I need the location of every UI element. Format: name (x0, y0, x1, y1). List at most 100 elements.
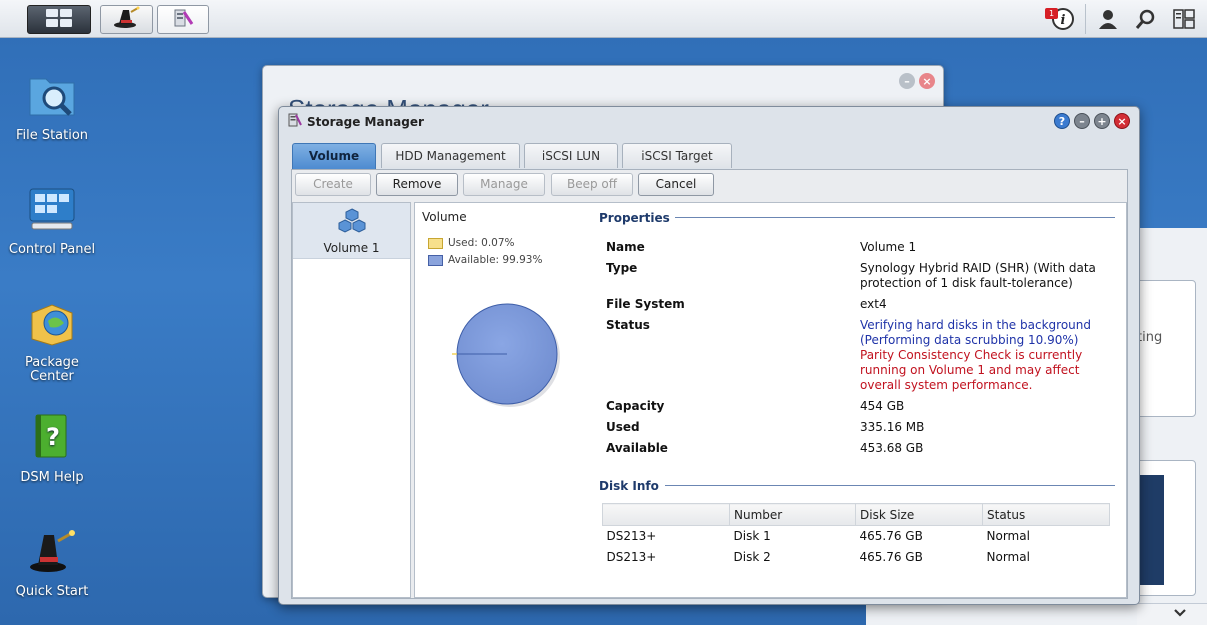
desktop-icon-quick-start[interactable]: Quick Start (2, 524, 102, 599)
minimize-icon[interactable]: – (899, 73, 915, 89)
svg-text:i: i (1061, 13, 1066, 28)
legend-used-label: Used: 0.07% (448, 237, 515, 249)
svg-text:?: ? (46, 423, 60, 451)
legend-swatch-available (428, 254, 443, 266)
prop-status-label: Status (606, 318, 650, 332)
help-icon[interactable]: ? (1054, 113, 1070, 129)
desktop-icon-label: DSM Help (20, 470, 84, 485)
disk-info-section-title: Disk Info (599, 479, 659, 493)
wizard-hat-icon (113, 6, 141, 33)
desktop-icon-control-panel[interactable]: Control Panel (2, 182, 102, 257)
beep-off-button[interactable]: Beep off (551, 173, 633, 196)
prop-capacity-label: Capacity (606, 399, 665, 413)
file-station-icon (24, 68, 80, 122)
close-icon[interactable]: × (919, 73, 935, 89)
prop-fs-label: File System (606, 297, 685, 311)
disk-size: 465.76 GB (859, 550, 923, 564)
tab-iscsi-target[interactable]: iSCSI Target (622, 143, 732, 168)
prop-capacity-value: 454 GB (860, 399, 905, 413)
desktop-icon-label: Quick Start (15, 584, 89, 599)
storage-manager-icon (170, 6, 196, 33)
disk-status: Normal (986, 550, 1030, 564)
status-line-verifying: Verifying hard disks in the background (860, 318, 1091, 332)
taskbar-quick-start-button[interactable] (100, 5, 153, 34)
tab-hdd-management[interactable]: HDD Management (381, 143, 520, 168)
desktop-icon-label: File Station (15, 128, 89, 143)
column-header-disk-size[interactable]: Disk Size (855, 503, 983, 526)
desktop-icon-package-center[interactable]: Package Center (2, 296, 102, 384)
disk-number: Disk 1 (733, 529, 771, 544)
search-icon[interactable] (1133, 6, 1159, 32)
disk-number: Disk 2 (733, 550, 771, 564)
prop-type-value: Synology Hybrid RAID (SHR) (With data pr… (860, 261, 1096, 290)
table-header-row: Number Disk Size Status (602, 503, 1110, 526)
volume-list: Volume 1 (292, 202, 411, 598)
desktop-icon-label: Package Center (25, 355, 79, 384)
chart-header: Volume (422, 210, 467, 224)
tab-iscsi-lun[interactable]: iSCSI LUN (524, 143, 618, 168)
volume-detail-pane: Volume Used: 0.07% Available: 99.93% Pro… (414, 202, 1127, 598)
prop-name-value: Volume 1 (860, 240, 917, 254)
wizard-hat-icon (24, 524, 80, 578)
disk-info-section-rule (665, 485, 1115, 486)
disk-model: DS213+ (606, 529, 657, 544)
prop-available-label: Available (606, 441, 668, 455)
remove-button[interactable]: Remove (376, 173, 458, 196)
legend-available-label: Available: 99.93% (448, 254, 543, 266)
window-title-bar[interactable]: Storage Manager ? – + × (279, 107, 1139, 135)
legend-available: Available: 99.93% (428, 254, 542, 266)
storage-manager-icon (287, 112, 303, 131)
tab-volume[interactable]: Volume (292, 143, 376, 169)
storage-manager-window: Storage Manager ? – + × Volume HDD Manag… (278, 106, 1140, 605)
minimize-icon[interactable]: – (1074, 113, 1090, 129)
help-book-icon: ? (24, 410, 80, 464)
content-frame: Create Remove Manage Beep off Cancel Vol… (291, 169, 1128, 599)
desktop-icon-file-station[interactable]: File Station (2, 68, 102, 143)
legend-used: Used: 0.07% (428, 237, 515, 249)
properties-section-title: Properties (599, 211, 670, 225)
prop-type-label: Type (606, 261, 638, 275)
volume-list-label: Volume 1 (323, 241, 380, 255)
taskbar-storage-manager-button[interactable] (157, 5, 209, 34)
user-icon[interactable] (1095, 6, 1121, 32)
prop-fs-value: ext4 (860, 297, 887, 311)
volume-cubes-icon (337, 208, 367, 236)
cancel-button[interactable]: Cancel (638, 173, 714, 196)
grid-icon (42, 7, 76, 32)
package-center-icon (24, 296, 80, 350)
volume-list-item[interactable]: Volume 1 (293, 203, 410, 259)
prop-used-value: 335.16 MB (860, 420, 925, 434)
disk-size: 465.76 GB (859, 529, 923, 544)
background-widget-graphic (1140, 475, 1164, 585)
manage-button[interactable]: Manage (463, 173, 545, 196)
status-line-scrubbing: (Performing data scrubbing 10.90%) (860, 333, 1079, 347)
main-menu-button[interactable] (27, 5, 91, 34)
control-panel-icon (24, 182, 80, 236)
table-row[interactable]: DS213+ Disk 2 465.76 GB Normal (603, 547, 1110, 568)
close-icon[interactable]: × (1114, 113, 1130, 129)
window-title: Storage Manager (307, 115, 424, 129)
disk-model: DS213+ (606, 550, 657, 564)
widgets-icon[interactable] (1171, 6, 1197, 32)
chevron-down-icon[interactable] (1173, 607, 1187, 621)
background-widget-text: ting (1137, 330, 1163, 345)
disk-status: Normal (986, 529, 1030, 544)
prop-name-label: Name (606, 240, 645, 254)
legend-swatch-used (428, 237, 443, 249)
column-header-model[interactable] (602, 503, 730, 526)
maximize-icon[interactable]: + (1094, 113, 1110, 129)
desktop-icon-label: Control Panel (8, 242, 96, 257)
prop-available-value: 453.68 GB (860, 441, 924, 455)
create-button[interactable]: Create (295, 173, 371, 196)
column-header-number[interactable]: Number (729, 503, 856, 526)
taskbar: i 1 (0, 0, 1207, 38)
prop-used-label: Used (606, 420, 640, 434)
background-footer (1137, 603, 1207, 625)
column-header-status[interactable]: Status (982, 503, 1110, 526)
usage-pie-chart (452, 303, 560, 407)
table-row[interactable]: DS213+ Disk 1 465.76 GB Normal (603, 526, 1110, 547)
disk-info-table: Number Disk Size Status DS213+ Disk 1 46… (602, 503, 1110, 568)
properties-section-rule (675, 217, 1115, 218)
desktop-icon-dsm-help[interactable]: ? DSM Help (2, 410, 102, 485)
taskbar-divider (1085, 4, 1086, 34)
